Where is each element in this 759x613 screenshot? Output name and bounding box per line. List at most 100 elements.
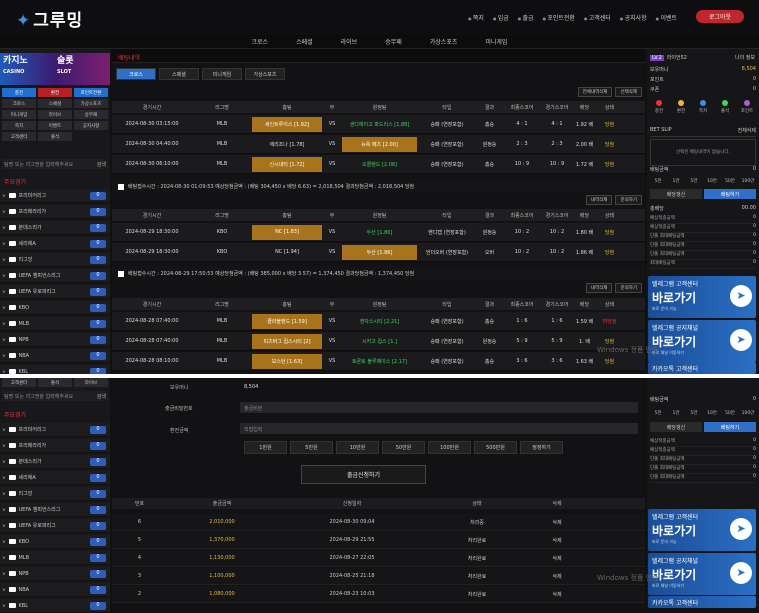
top-link-message[interactable]: 쪽지 bbox=[468, 13, 484, 22]
casino-banner[interactable]: 카지노 CASINO bbox=[3, 56, 53, 82]
nav-virtual[interactable]: 가상스포츠 bbox=[430, 37, 458, 46]
refresh-odds-button-lower[interactable]: 배당갱신 bbox=[650, 422, 702, 432]
inquiry-button[interactable]: 문의하기 bbox=[615, 283, 642, 293]
left-btn-exchange[interactable]: 환전 bbox=[38, 88, 72, 97]
delete-all-button[interactable]: 전체내역삭제 bbox=[577, 87, 613, 97]
league-item[interactable]: ▸ 세리에A 0 bbox=[0, 237, 110, 251]
amt-5k[interactable]: 5천 bbox=[650, 177, 666, 185]
nav-winlose[interactable]: 승무패 bbox=[385, 37, 402, 46]
amt-100k-lower[interactable]: 10만 bbox=[704, 409, 720, 417]
amt-100k[interactable]: 10만 bbox=[704, 177, 720, 185]
amt-500k[interactable]: 50만 bbox=[722, 177, 738, 185]
top-link-support[interactable]: 고객센터 bbox=[584, 13, 611, 22]
top-link-event[interactable]: 이벤트 bbox=[656, 13, 677, 22]
wd-password-input[interactable]: 출금비번 bbox=[240, 402, 638, 413]
league-item[interactable]: ▸ 리그앙 0 bbox=[0, 253, 110, 267]
wd-amt-10k[interactable]: 1만원 bbox=[244, 441, 287, 454]
league-item[interactable]: ▸ 프리미어리그 0 bbox=[0, 423, 110, 437]
quick-attend[interactable]: 출석 bbox=[716, 98, 734, 114]
amt-5k-lower[interactable]: 5천 bbox=[650, 409, 666, 417]
league-item[interactable]: ▸ UEFA 챔피언스리그 0 bbox=[0, 503, 110, 517]
left-btn-cross-lower[interactable]: 고객센터 bbox=[2, 378, 36, 387]
nav-live[interactable]: 라이브 bbox=[341, 37, 358, 46]
league-search-lower[interactable]: 팀명 또는 리그명을 입력해주세요 검색 bbox=[2, 391, 108, 401]
betslip-clear-button[interactable]: 전체삭제 bbox=[738, 127, 756, 134]
amt-10k[interactable]: 1만 bbox=[668, 177, 684, 185]
top-link-withdraw[interactable]: 출금 bbox=[518, 13, 534, 22]
my-info-link[interactable]: 나의 정보 bbox=[735, 54, 755, 61]
league-item[interactable]: ▸ MLB 0 bbox=[0, 317, 110, 331]
league-item[interactable]: ▸ NPB 0 bbox=[0, 333, 110, 347]
hist-delete-button[interactable]: 삭제 bbox=[527, 591, 587, 598]
left-btn-charge[interactable]: 충전 bbox=[2, 88, 36, 97]
wd-amt-reset[interactable]: 정정하기 bbox=[520, 441, 563, 454]
delete-history-button[interactable]: 내역삭제 bbox=[585, 283, 613, 293]
hist-delete-button[interactable]: 삭제 bbox=[527, 537, 587, 544]
top-link-point[interactable]: 포인트전환 bbox=[543, 13, 575, 22]
delete-selected-button[interactable]: 선택삭제 bbox=[615, 87, 642, 97]
tab-mini[interactable]: 미니게임 bbox=[202, 68, 242, 80]
wd-amt-1m[interactable]: 100만원 bbox=[428, 441, 471, 454]
league-item[interactable]: ▸ 분데스리가 0 bbox=[0, 221, 110, 235]
select-checkbox[interactable] bbox=[118, 270, 124, 277]
quick-message[interactable]: 쪽지 bbox=[694, 98, 712, 114]
top-link-notice[interactable]: 공지사항 bbox=[620, 13, 647, 22]
logout-button[interactable]: 로그아웃 bbox=[696, 10, 744, 23]
quick-point[interactable]: 포인트 bbox=[738, 98, 756, 114]
amt-500k-lower[interactable]: 50만 bbox=[722, 409, 738, 417]
withdraw-submit-button[interactable]: 출금신청하기 bbox=[301, 465, 426, 484]
refresh-odds-button[interactable]: 배당갱신 bbox=[650, 189, 702, 199]
delete-history-button[interactable]: 내역삭제 bbox=[585, 195, 613, 205]
hist-delete-button[interactable]: 삭제 bbox=[527, 555, 587, 562]
search-button-lower[interactable]: 검색 bbox=[97, 393, 106, 400]
amt-1m[interactable]: 100만 bbox=[740, 177, 756, 185]
league-item[interactable]: ▸ UEFA 챔피언스리그 0 bbox=[0, 269, 110, 283]
nav-cross[interactable]: 크로스 bbox=[252, 37, 269, 46]
telegram-notice-banner[interactable]: 텔레그램 공지채널 바로가기 바로 채널 이동하기 ➤ bbox=[648, 320, 756, 362]
quick-exchange[interactable]: 환전 bbox=[672, 98, 690, 114]
league-item[interactable]: ▸ NBA 0 bbox=[0, 583, 110, 597]
left-btn-event[interactable]: 이벤트 bbox=[38, 121, 72, 130]
left-btn-live-lower[interactable]: 라이브 bbox=[74, 378, 108, 387]
hist-delete-button[interactable]: 삭제 bbox=[527, 519, 587, 526]
wd-amount-input[interactable]: 직접입력 bbox=[240, 423, 638, 434]
site-logo[interactable]: ✦ 그루밍 bbox=[16, 6, 83, 31]
left-btn-notice[interactable]: 공지사항 bbox=[74, 121, 108, 130]
telegram-support-banner-lower[interactable]: 텔레그램 고객센터 바로가기 바로 문의 가능 ➤ bbox=[648, 509, 756, 551]
league-item[interactable]: ▸ KBL 0 bbox=[0, 599, 110, 613]
tab-special[interactable]: 스페셜 bbox=[159, 68, 199, 80]
league-item[interactable]: ▸ NBA 0 bbox=[0, 349, 110, 363]
left-btn-virtual[interactable]: 가상스포츠 bbox=[74, 99, 108, 108]
league-item[interactable]: ▸ KBO 0 bbox=[0, 301, 110, 315]
place-bet-button[interactable]: 배팅하기 bbox=[704, 189, 756, 199]
left-btn-live[interactable]: 라이브 bbox=[38, 110, 72, 119]
left-btn-attend-lower[interactable]: 출석 bbox=[38, 378, 72, 387]
left-btn-mini[interactable]: 미니게임 bbox=[2, 110, 36, 119]
bet-amount-row-lower[interactable]: 배팅금액 0 bbox=[650, 396, 756, 405]
league-item[interactable]: ▸ 프리메라리가 0 bbox=[0, 439, 110, 453]
slot-banner[interactable]: 슬롯 SLOT bbox=[57, 56, 107, 82]
league-item[interactable]: ▸ UEFA 유로파리그 0 bbox=[0, 285, 110, 299]
amt-10k-lower[interactable]: 1만 bbox=[668, 409, 684, 417]
select-checkbox[interactable] bbox=[118, 183, 124, 190]
search-button[interactable]: 검색 bbox=[97, 161, 106, 168]
casino-slot-banner[interactable]: 카지노 CASINO 슬롯 SLOT bbox=[0, 53, 110, 85]
telegram-support-banner[interactable]: 텔레그램 고객센터 바로가기 바로 문의 가능 ➤ bbox=[648, 276, 756, 318]
wd-amt-100k[interactable]: 10만원 bbox=[336, 441, 379, 454]
league-item[interactable]: ▸ 프리메라리가 0 bbox=[0, 205, 110, 219]
league-search[interactable]: 팀명 또는 리그명을 입력해주세요 검색 bbox=[2, 159, 108, 169]
league-item[interactable]: ▸ 리그앙 0 bbox=[0, 487, 110, 501]
amt-50k-lower[interactable]: 5만 bbox=[686, 409, 702, 417]
kakao-support-banner-lower[interactable]: 카카오톡 고객센터 bbox=[648, 596, 756, 608]
league-item[interactable]: ▸ UEFA 유로파리그 0 bbox=[0, 519, 110, 533]
nav-mini[interactable]: 미니게임 bbox=[485, 37, 507, 46]
league-item[interactable]: ▸ 프리미어리그 0 bbox=[0, 189, 110, 203]
league-item[interactable]: ▸ 분데스리가 0 bbox=[0, 455, 110, 469]
league-item[interactable]: ▸ MLB 0 bbox=[0, 551, 110, 565]
tab-virtual[interactable]: 가상스포츠 bbox=[245, 68, 285, 80]
top-link-deposit[interactable]: 입금 bbox=[493, 13, 509, 22]
amt-1m-lower[interactable]: 100만 bbox=[740, 409, 756, 417]
left-btn-attend[interactable]: 출석 bbox=[38, 132, 72, 141]
left-btn-winlose[interactable]: 승무패 bbox=[74, 110, 108, 119]
tab-cross[interactable]: 크로스 bbox=[116, 68, 156, 80]
